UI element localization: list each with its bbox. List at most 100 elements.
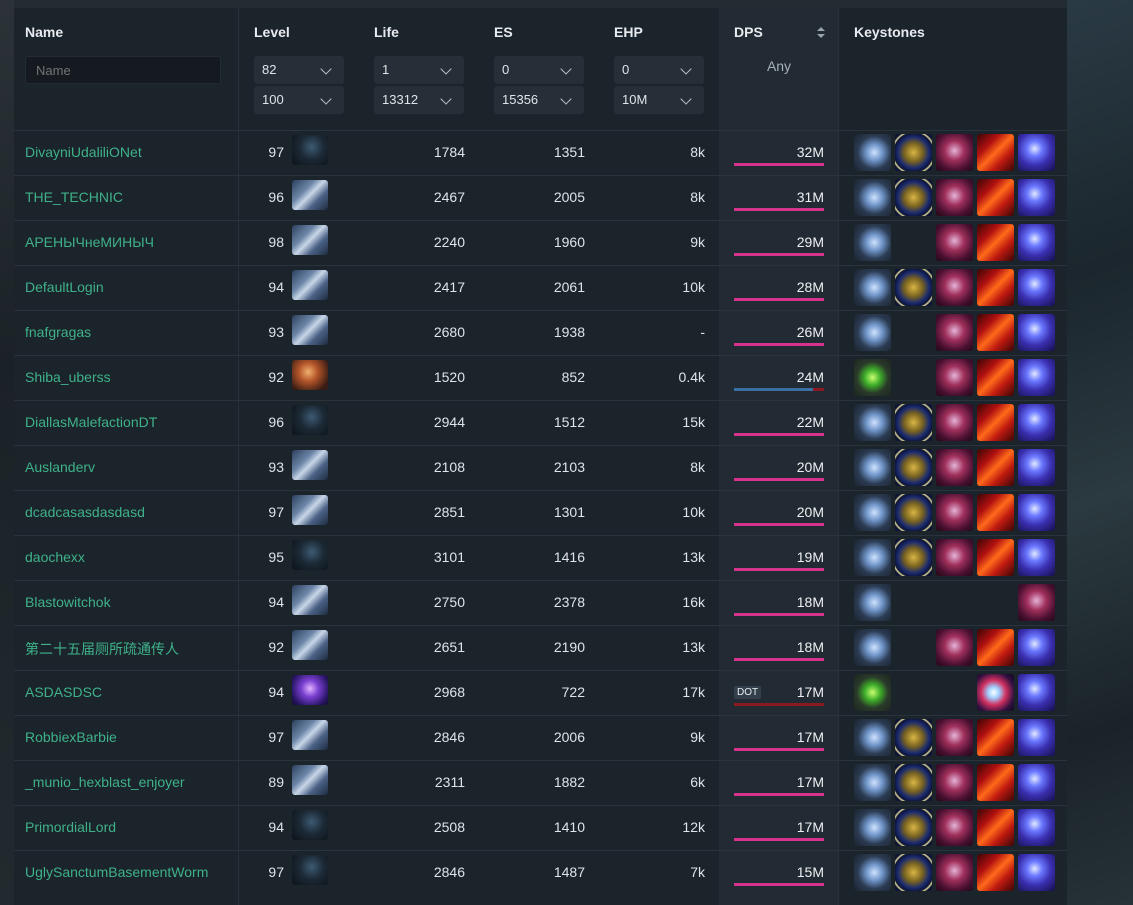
ehp-min-select[interactable]: 0 <box>614 56 704 84</box>
infinity-red-icon[interactable] <box>936 134 973 171</box>
table-row[interactable]: Auslanderv 93 2108 2103 8k 20M <box>14 445 1067 490</box>
ghostly-blue-icon[interactable] <box>854 404 891 441</box>
infinity-red-icon[interactable] <box>936 449 973 486</box>
fire-slash-icon[interactable] <box>977 854 1014 891</box>
table-row[interactable]: Shiba_uberss 92 1520 852 0.4k 24M <box>14 355 1067 400</box>
dps-filter-any[interactable]: Any <box>719 58 839 74</box>
golden-fist-icon[interactable] <box>895 179 932 216</box>
name-filter-input[interactable] <box>25 56 221 84</box>
table-row[interactable]: THE_TECHNIC 96 2467 2005 8k 31M <box>14 175 1067 220</box>
golden-fist-icon[interactable] <box>895 494 932 531</box>
table-row[interactable]: PrimordialLord 94 2508 1410 12k 17M <box>14 805 1067 850</box>
golden-fist-icon[interactable] <box>895 809 932 846</box>
dps-column-header[interactable]: DPS <box>734 24 763 40</box>
lightning-burst-icon[interactable] <box>977 674 1014 711</box>
ghostly-blue-icon[interactable] <box>854 584 891 621</box>
fire-slash-icon[interactable] <box>977 494 1014 531</box>
character-name-link[interactable]: RobbiexBarbie <box>25 729 117 745</box>
character-avatar[interactable] <box>292 135 328 165</box>
ehp-column-header[interactable]: EHP <box>614 24 643 40</box>
character-name-link[interactable]: daochexx <box>25 549 85 565</box>
ghostly-blue-icon[interactable] <box>854 269 891 306</box>
ghostly-blue-icon[interactable] <box>854 449 891 486</box>
infinity-red-icon[interactable] <box>936 179 973 216</box>
fire-slash-icon[interactable] <box>977 449 1014 486</box>
fire-slash-icon[interactable] <box>977 224 1014 261</box>
fire-slash-icon[interactable] <box>977 629 1014 666</box>
ehp-max-select[interactable]: 10M <box>614 86 704 114</box>
character-name-link[interactable]: 第二十五届厕所疏通传人 <box>25 639 179 659</box>
fire-slash-icon[interactable] <box>977 359 1014 396</box>
fire-slash-icon[interactable] <box>977 134 1014 171</box>
infinity-red-icon[interactable] <box>936 314 973 351</box>
character-avatar[interactable] <box>292 450 328 480</box>
table-row[interactable]: RobbiexBarbie 97 2846 2006 9k 17M <box>14 715 1067 760</box>
fire-slash-icon[interactable] <box>977 404 1014 441</box>
character-avatar[interactable] <box>292 720 328 750</box>
ghostly-blue-icon[interactable] <box>854 629 891 666</box>
table-row[interactable]: ASDASDSC 94 2968 722 17k 17M DOT <box>14 670 1067 715</box>
character-name-link[interactable]: Shiba_uberss <box>25 369 111 385</box>
ghostly-blue-icon[interactable] <box>854 764 891 801</box>
fire-slash-icon[interactable] <box>977 719 1014 756</box>
character-name-link[interactable]: fnafgragas <box>25 324 91 340</box>
table-row[interactable]: Blastowitchok 94 2750 2378 16k 18M <box>14 580 1067 625</box>
ghostly-blue-icon[interactable] <box>854 134 891 171</box>
life-max-select[interactable]: 13312 <box>374 86 464 114</box>
blue-spirit-icon[interactable] <box>1018 224 1055 261</box>
golden-fist-icon[interactable] <box>895 854 932 891</box>
table-row[interactable]: DefaultLogin 94 2417 2061 10k 28M <box>14 265 1067 310</box>
blue-spirit-icon[interactable] <box>1018 629 1055 666</box>
character-name-link[interactable]: _munio_hexblast_enjoyer <box>25 774 185 790</box>
ghostly-blue-icon[interactable] <box>854 494 891 531</box>
infinity-red-icon[interactable] <box>1018 584 1055 621</box>
character-avatar[interactable] <box>292 585 328 615</box>
sort-icon[interactable] <box>817 27 825 39</box>
character-avatar[interactable] <box>292 270 328 300</box>
character-name-link[interactable]: Auslanderv <box>25 459 95 475</box>
table-row[interactable]: daochexx 95 3101 1416 13k 19M <box>14 535 1067 580</box>
blue-spirit-icon[interactable] <box>1018 539 1055 576</box>
level-column-header[interactable]: Level <box>254 24 290 40</box>
character-name-link[interactable]: UglySanctumBasementWorm <box>25 864 208 880</box>
character-avatar[interactable] <box>292 180 328 210</box>
character-name-link[interactable]: THE_TECHNIC <box>25 189 123 205</box>
character-name-link[interactable]: DiallasMalefactionDT <box>25 414 157 430</box>
blue-spirit-icon[interactable] <box>1018 674 1055 711</box>
character-avatar[interactable] <box>292 540 328 570</box>
table-row[interactable]: DiallasMalefactionDT 96 2944 1512 15k 22M <box>14 400 1067 445</box>
infinity-red-icon[interactable] <box>936 539 973 576</box>
golden-fist-icon[interactable] <box>895 449 932 486</box>
golden-fist-icon[interactable] <box>895 134 932 171</box>
es-min-select[interactable]: 0 <box>494 56 584 84</box>
character-avatar[interactable] <box>292 495 328 525</box>
infinity-red-icon[interactable] <box>936 269 973 306</box>
character-name-link[interactable]: DefaultLogin <box>25 279 104 295</box>
character-name-link[interactable]: dcadcasasdasdasd <box>25 504 145 520</box>
character-avatar[interactable] <box>292 675 328 705</box>
ghostly-blue-icon[interactable] <box>854 719 891 756</box>
es-max-select[interactable]: 15356 <box>494 86 584 114</box>
table-row[interactable]: _munio_hexblast_enjoyer 89 2311 1882 6k 17M <box>14 760 1067 805</box>
blue-spirit-icon[interactable] <box>1018 719 1055 756</box>
golden-fist-icon[interactable] <box>895 719 932 756</box>
fire-slash-icon[interactable] <box>977 179 1014 216</box>
fire-slash-icon[interactable] <box>977 539 1014 576</box>
character-avatar[interactable] <box>292 630 328 660</box>
golden-fist-icon[interactable] <box>895 539 932 576</box>
character-name-link[interactable]: АРЕНЫЧнеМИНЫЧ <box>25 234 154 250</box>
golden-fist-icon[interactable] <box>895 404 932 441</box>
character-avatar[interactable] <box>292 765 328 795</box>
table-row[interactable]: dcadcasasdasdasd 97 2851 1301 10k 20M <box>14 490 1067 535</box>
infinity-red-icon[interactable] <box>936 224 973 261</box>
ghostly-blue-icon[interactable] <box>854 224 891 261</box>
fire-slash-icon[interactable] <box>977 809 1014 846</box>
fire-slash-icon[interactable] <box>977 764 1014 801</box>
golden-fist-icon[interactable] <box>895 269 932 306</box>
level-max-select[interactable]: 100 <box>254 86 344 114</box>
green-gem-icon[interactable] <box>854 674 891 711</box>
character-avatar[interactable] <box>292 810 328 840</box>
golden-fist-icon[interactable] <box>895 764 932 801</box>
ghostly-blue-icon[interactable] <box>854 539 891 576</box>
blue-spirit-icon[interactable] <box>1018 269 1055 306</box>
